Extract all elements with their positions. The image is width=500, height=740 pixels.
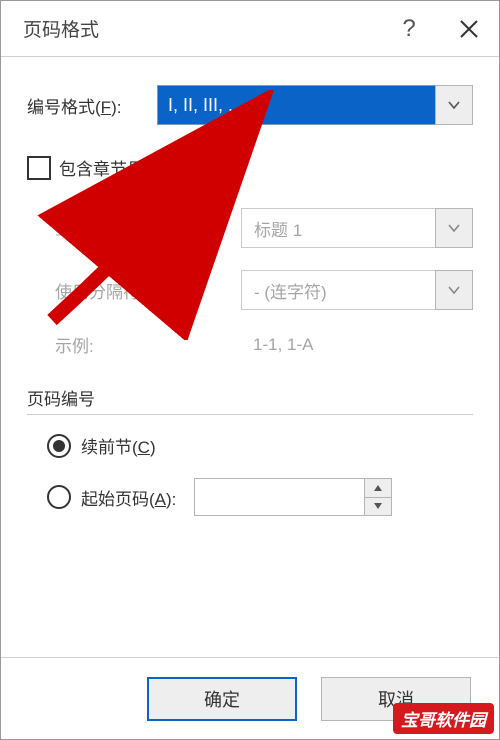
continue-label: 续前节(C)	[81, 433, 156, 458]
start-at-row: 起始页码(A):	[47, 478, 473, 516]
number-format-row: 编号格式(F): I, II, III, ...	[27, 85, 473, 125]
watermark-badge: 宝哥软件园	[393, 703, 494, 734]
spinner-up-button[interactable]	[364, 478, 392, 497]
separator-label: 使用分隔符(E):	[55, 278, 241, 303]
number-format-select[interactable]: I, II, III, ...	[157, 85, 473, 125]
continue-radio[interactable]	[47, 434, 71, 458]
triangle-up-icon	[373, 483, 383, 493]
include-chapter-checkbox[interactable]	[27, 156, 51, 180]
separator-value: - (连字符)	[241, 270, 435, 310]
chevron-down-icon	[447, 283, 461, 297]
number-format-label: 编号格式(F):	[27, 93, 157, 118]
chevron-down-icon	[447, 221, 461, 235]
page-numbering-group: 续前节(C) 起始页码(A):	[27, 433, 473, 516]
chevron-down-icon	[447, 98, 461, 112]
include-chapter-row: 包含章节号(N)	[27, 155, 473, 180]
chapter-style-value: 标题 1	[241, 208, 435, 248]
spinner-down-button[interactable]	[364, 497, 392, 517]
help-button[interactable]: ?	[379, 1, 439, 57]
separator-dropdown-button	[435, 270, 473, 310]
example-label: 示例:	[55, 332, 241, 357]
start-at-radio[interactable]	[47, 485, 71, 509]
start-at-spinner	[194, 478, 392, 516]
example-row: 示例: 1-1, 1-A	[55, 332, 473, 357]
start-at-label: 起始页码(A):	[81, 485, 176, 510]
start-at-input[interactable]	[194, 478, 364, 516]
chapter-style-label: 章节起始样式(P)	[55, 216, 241, 241]
page-number-format-dialog: 页码格式 ? 编号格式(F): I, II, III, ... 包含章节号(N)	[0, 0, 500, 740]
titlebar: 页码格式 ?	[1, 1, 499, 57]
close-icon	[459, 19, 479, 39]
chapter-style-row: 章节起始样式(P) 标题 1	[55, 208, 473, 248]
chapter-style-select: 标题 1	[241, 208, 473, 248]
triangle-down-icon	[373, 501, 383, 511]
dialog-content: 编号格式(F): I, II, III, ... 包含章节号(N) 章节起始样式…	[1, 57, 499, 657]
number-format-dropdown-button[interactable]	[435, 85, 473, 125]
page-numbering-title: 页码编号	[27, 385, 473, 410]
chapter-style-dropdown-button	[435, 208, 473, 248]
separator-row: 使用分隔符(E): - (连字符)	[55, 270, 473, 310]
continue-row: 续前节(C)	[47, 433, 473, 458]
section-divider	[27, 414, 473, 415]
chapter-options-block: 章节起始样式(P) 标题 1 使用分隔符(E): - (连字符)	[27, 208, 473, 357]
example-value: 1-1, 1-A	[241, 335, 313, 355]
ok-button[interactable]: 确定	[147, 677, 297, 721]
dialog-title: 页码格式	[23, 15, 379, 42]
number-format-value: I, II, III, ...	[157, 85, 435, 125]
close-button[interactable]	[439, 1, 499, 57]
include-chapter-label: 包含章节号(N)	[59, 155, 168, 180]
separator-select: - (连字符)	[241, 270, 473, 310]
spinner-buttons	[364, 478, 392, 516]
